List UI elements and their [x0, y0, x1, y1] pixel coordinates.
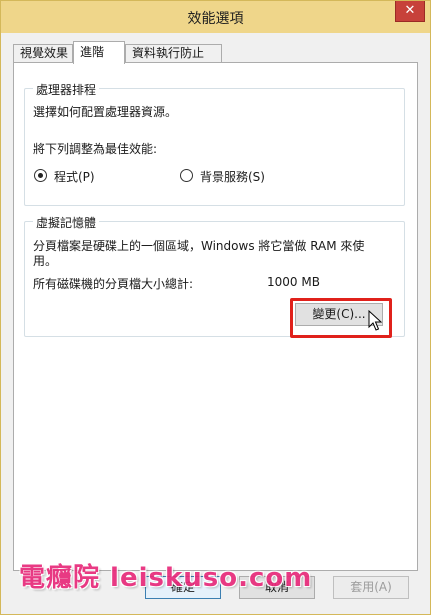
- virtual-memory-label: 虛擬記憶體: [33, 214, 100, 231]
- window-title: 效能選項: [187, 11, 244, 27]
- programs-radio-label[interactable]: 程式(P): [54, 168, 95, 185]
- apply-button[interactable]: 套用(A): [333, 576, 409, 599]
- processor-scheduling-label: 處理器排程: [33, 81, 100, 98]
- paging-file-description-line2: 用。: [33, 254, 58, 268]
- background-services-radio[interactable]: [180, 169, 193, 182]
- tab-data-execution-prevention[interactable]: 資料執行防止: [125, 44, 222, 63]
- title-bar[interactable]: 效能選項 ✕: [1, 1, 430, 33]
- processor-description: 選擇如何配置處理器資源。: [33, 105, 178, 119]
- tab-advanced[interactable]: 進階: [73, 41, 125, 64]
- tab-visual-effects[interactable]: 視覺效果: [13, 44, 73, 63]
- adjust-for-best-performance-label: 將下列調整為最佳效能:: [33, 142, 158, 156]
- total-paging-size-label: 所有磁碟機的分頁檔大小總計:: [33, 277, 194, 291]
- advanced-tab-panel: 處理器排程 選擇如何配置處理器資源。 將下列調整為最佳效能: 程式(P) 背景服…: [13, 62, 418, 571]
- paging-file-description-line1: 分頁檔案是硬碟上的一個區域，Windows 將它當做 RAM 來使: [33, 239, 365, 253]
- dialog-client-area: 視覺效果 進階 資料執行防止 處理器排程 選擇如何配置處理器資源。 將下列調整為…: [7, 33, 424, 610]
- total-paging-size-value: 1000 MB: [267, 275, 320, 289]
- performance-options-window: 效能選項 ✕ 視覺效果 進階 資料執行防止 處理器排程 選擇如何配置處理器資源。…: [0, 0, 431, 615]
- programs-radio[interactable]: [34, 169, 47, 182]
- processor-scheduling-group: 處理器排程 選擇如何配置處理器資源。 將下列調整為最佳效能: 程式(P) 背景服…: [24, 81, 405, 206]
- arrow-cursor-icon: [368, 310, 382, 331]
- virtual-memory-group: 虛擬記憶體 分頁檔案是硬碟上的一個區域，Windows 將它當做 RAM 來使 …: [24, 214, 405, 338]
- background-services-radio-label[interactable]: 背景服務(S): [200, 168, 265, 185]
- close-icon[interactable]: ✕: [395, 1, 425, 22]
- watermark: 電癮院 leiskuso.com: [19, 563, 313, 593]
